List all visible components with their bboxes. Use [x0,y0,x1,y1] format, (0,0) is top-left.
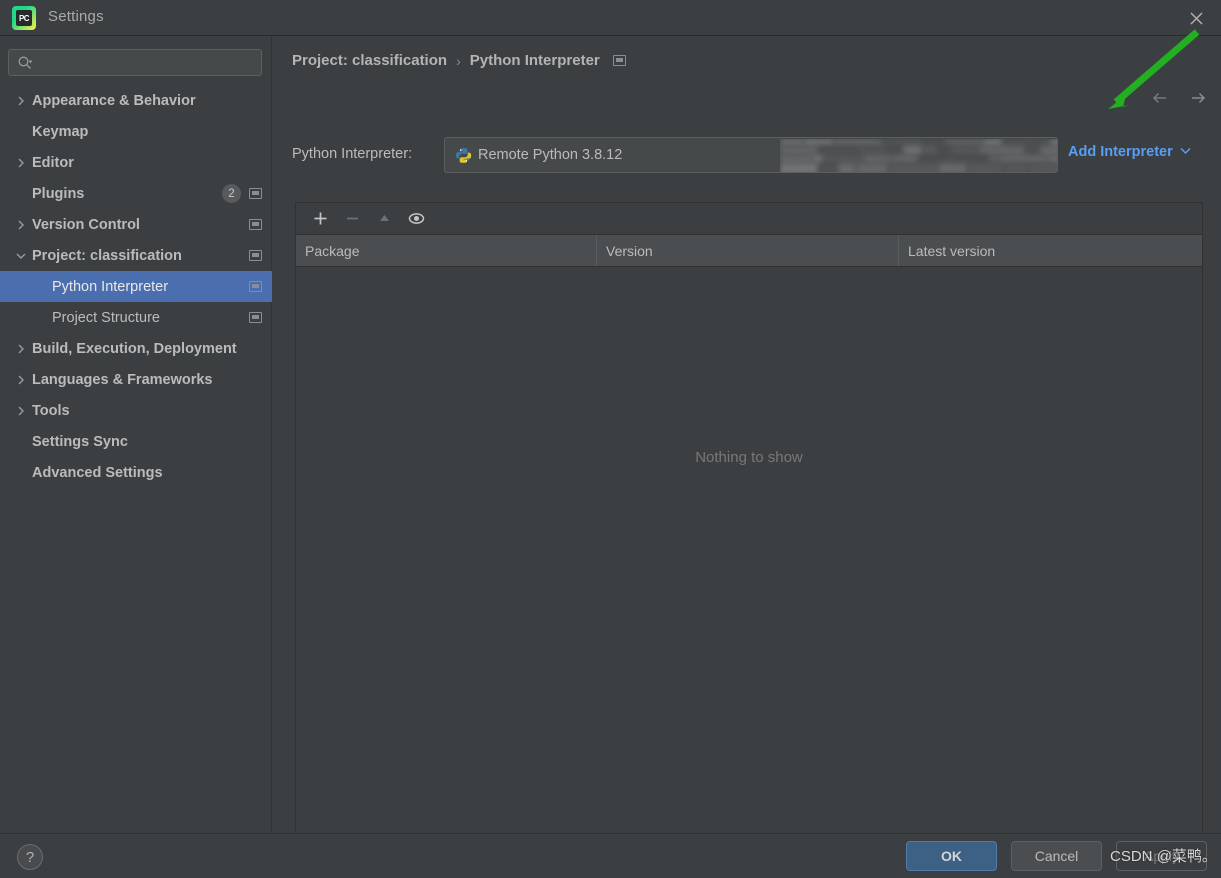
project-scope-icon [612,55,626,66]
packages-table-body: Nothing to show [296,267,1202,847]
sidebar-item-keymap[interactable]: Keymap [0,116,272,147]
settings-content-panel: Project: classification › Python Interpr… [273,37,1221,848]
pycharm-logo-icon: PC [12,6,36,30]
chevron-right-icon[interactable] [14,156,28,170]
chevron-right-icon[interactable] [14,373,28,387]
breadcrumb-separator: › [456,52,461,69]
sidebar-item-label: Languages & Frameworks [32,371,213,388]
sidebar-item-label: Advanced Settings [32,464,163,481]
breadcrumb-parent[interactable]: Project: classification [292,52,447,69]
search-field-wrapper [8,49,262,76]
sidebar-item-label: Settings Sync [32,433,128,450]
sidebar-item-appearance-behavior[interactable]: Appearance & Behavior [0,85,272,116]
packages-toolbar [296,203,1202,234]
interpreter-row: Python Interpreter: Remote Python 3.8.12… [292,137,1207,175]
interpreter-label: Python Interpreter: [292,146,413,162]
chevron-down-icon [1180,146,1191,158]
interpreter-combobox[interactable]: Remote Python 3.8.12 [444,137,1058,173]
chevron-right-icon[interactable] [14,342,28,356]
chevron-down-icon[interactable] [14,249,28,263]
packages-panel: Package Version Latest version Nothing t… [295,202,1203,848]
search-icon [17,55,33,71]
project-scope-icon [249,188,262,199]
upgrade-package-button[interactable] [368,206,400,232]
search-box[interactable] [8,49,262,76]
chevron-right-icon[interactable] [14,218,28,232]
project-scope-icon [249,281,262,292]
column-header-version[interactable]: Version [597,235,899,266]
project-scope-icon [249,219,262,230]
breadcrumb-current: Python Interpreter [469,52,600,69]
ok-button[interactable]: OK [906,841,997,871]
chevron-right-icon[interactable] [14,404,28,418]
close-icon[interactable] [1181,4,1211,32]
show-early-releases-button[interactable] [400,206,432,232]
project-scope-icon [249,312,262,323]
sidebar-item-tools[interactable]: Tools [0,395,272,426]
title-bar: PC Settings [0,0,1221,36]
project-scope-icon [249,250,262,261]
sidebar-item-label: Version Control [32,216,140,233]
arrow-left-icon[interactable] [1151,89,1169,107]
settings-dialog: PC Settings Appearance & Behavior Keymap… [0,0,1221,878]
sidebar-item-label: Python Interpreter [52,278,169,295]
window-title: Settings [48,8,104,25]
sidebar-item-label: Tools [32,402,70,419]
sidebar-item-label: Editor [32,154,74,171]
add-interpreter-button[interactable]: Add Interpreter [1068,144,1191,160]
sidebar-item-label: Appearance & Behavior [32,92,196,109]
apply-button[interactable]: Apply [1116,841,1207,871]
sidebar-item-settings-sync[interactable]: Settings Sync [0,426,272,457]
sidebar-item-build-execution-deployment[interactable]: Build, Execution, Deployment [0,333,272,364]
interpreter-value: Remote Python 3.8.12 [478,147,623,163]
cancel-button[interactable]: Cancel [1011,841,1102,871]
sidebar-item-languages-frameworks[interactable]: Languages & Frameworks [0,364,272,395]
add-interpreter-label: Add Interpreter [1068,144,1173,160]
redacted-path-blur [780,139,1057,172]
breadcrumb: Project: classification › Python Interpr… [292,52,626,69]
sidebar-item-label: Project: classification [32,247,182,264]
settings-tree: Appearance & Behavior Keymap Editor Plugins… [0,85,272,488]
column-header-package[interactable]: Package [296,235,597,266]
chevron-right-icon[interactable] [14,94,28,108]
sidebar-item-advanced-settings[interactable]: Advanced Settings [0,457,272,488]
column-header-latest-version[interactable]: Latest version [899,235,1202,266]
sidebar-item-python-interpreter[interactable]: Python Interpreter [0,271,272,302]
sidebar-item-label: Keymap [32,123,89,140]
remove-package-button[interactable] [336,206,368,232]
python-icon [454,146,473,165]
dialog-footer: ? OK Cancel Apply [0,833,1221,878]
add-package-button[interactable] [304,206,336,232]
sidebar-item-project-classification[interactable]: Project: classification [0,240,272,271]
status-badge: 2 [222,184,241,203]
sidebar-item-label: Build, Execution, Deployment [32,340,237,357]
sidebar-item-plugins[interactable]: Plugins 2 [0,178,272,209]
settings-sidebar: Appearance & Behavior Keymap Editor Plugins… [0,37,272,832]
help-button[interactable]: ? [17,844,43,870]
navigation-arrows [1151,89,1207,107]
sidebar-item-editor[interactable]: Editor [0,147,272,178]
sidebar-item-label: Project Structure [52,309,160,326]
empty-state-text: Nothing to show [695,448,803,466]
sidebar-item-project-structure[interactable]: Project Structure [0,302,272,333]
search-input[interactable] [37,55,247,70]
sidebar-item-label: Plugins [32,185,85,202]
packages-table-header: Package Version Latest version [296,234,1202,267]
arrow-right-icon[interactable] [1189,89,1207,107]
sidebar-item-version-control[interactable]: Version Control [0,209,272,240]
